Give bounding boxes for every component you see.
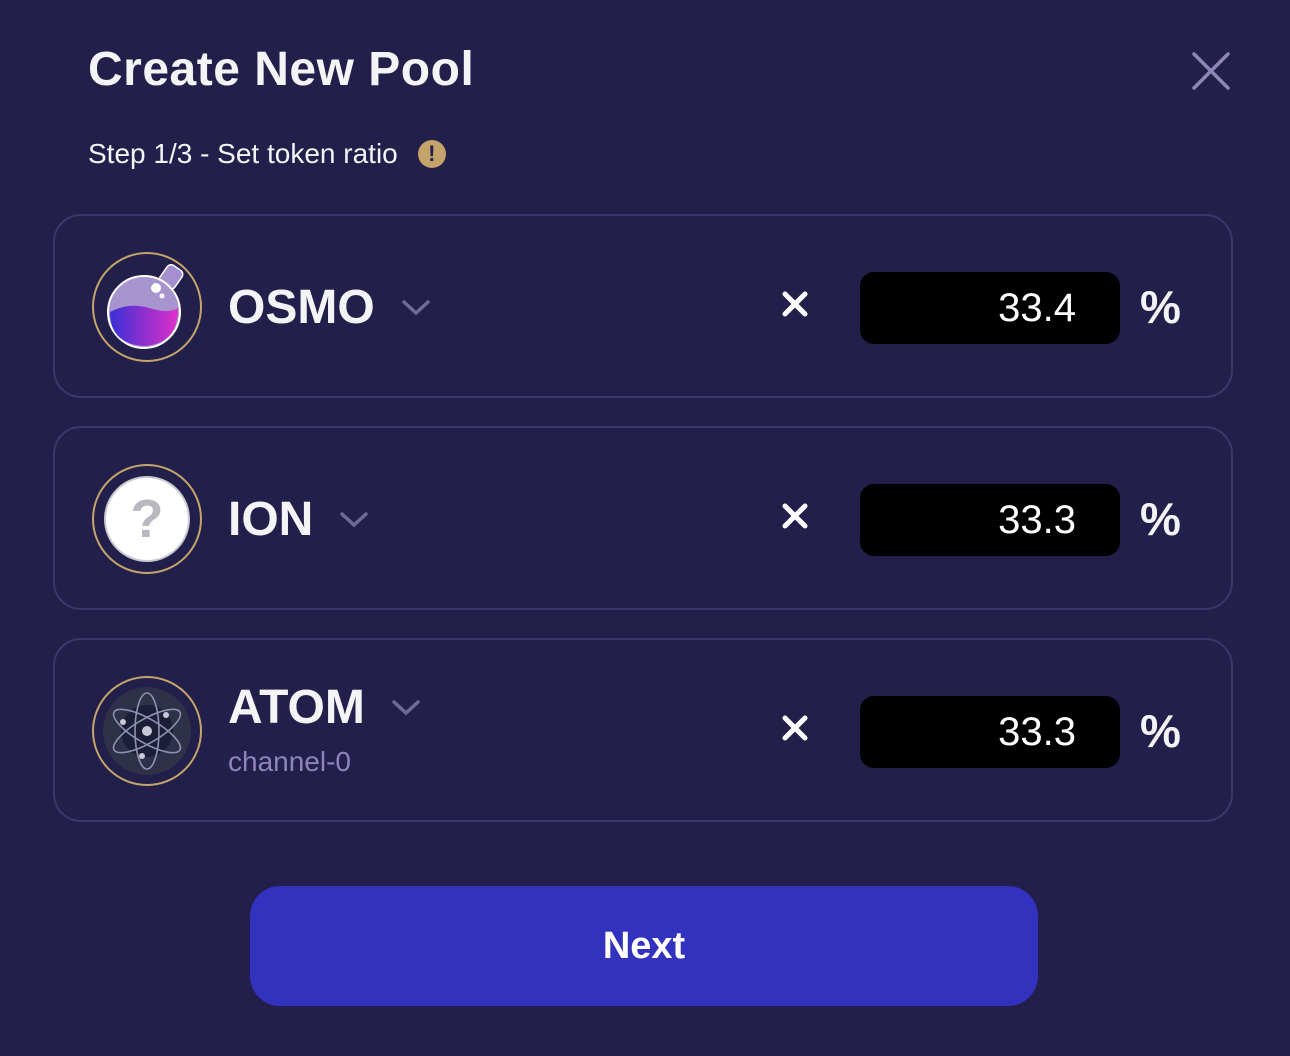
osmo-flask-icon <box>92 252 202 362</box>
token-symbol: OSMO <box>228 281 375 334</box>
percent-sign: % <box>1140 281 1181 333</box>
next-button[interactable]: Next <box>250 886 1038 1006</box>
token-selector[interactable]: ION <box>228 492 369 547</box>
close-icon[interactable] <box>1190 50 1232 92</box>
ratio-input[interactable]: 33.3 <box>860 484 1120 556</box>
cosmos-atom-icon <box>92 676 202 786</box>
token-channel: channel-0 <box>228 746 351 777</box>
percent-sign: % <box>1140 493 1181 545</box>
multiply-icon <box>782 291 808 317</box>
warning-icon[interactable]: ! <box>417 140 446 168</box>
token-symbol: ATOM <box>228 681 365 734</box>
token-row-osmo: OSMO 33.4 % <box>53 214 1233 398</box>
question-icon: ? <box>92 464 202 574</box>
token-selector[interactable]: OSMO <box>228 280 431 335</box>
step-indicator: Step 1/3 - Set token ratio ! <box>88 138 446 170</box>
multiply-icon <box>782 503 808 529</box>
ratio-input[interactable]: 33.3 <box>860 696 1120 768</box>
percent-sign: % <box>1140 705 1181 757</box>
chevron-down-icon <box>401 299 430 315</box>
token-row-atom: ATOM channel-0 33.3 % <box>53 638 1233 822</box>
page-title: Create New Pool <box>88 43 475 96</box>
step-label: Step 1/3 - Set token ratio <box>88 138 398 169</box>
multiply-icon <box>782 715 808 741</box>
token-selector[interactable]: ATOM <box>228 680 421 735</box>
svg-text:?: ? <box>131 489 164 549</box>
chevron-down-icon <box>340 511 369 527</box>
token-row-ion: ? ION 33.3 % <box>53 426 1233 610</box>
chevron-down-icon <box>392 699 420 715</box>
token-symbol: ION <box>228 493 314 546</box>
ratio-input[interactable]: 33.4 <box>860 272 1120 344</box>
